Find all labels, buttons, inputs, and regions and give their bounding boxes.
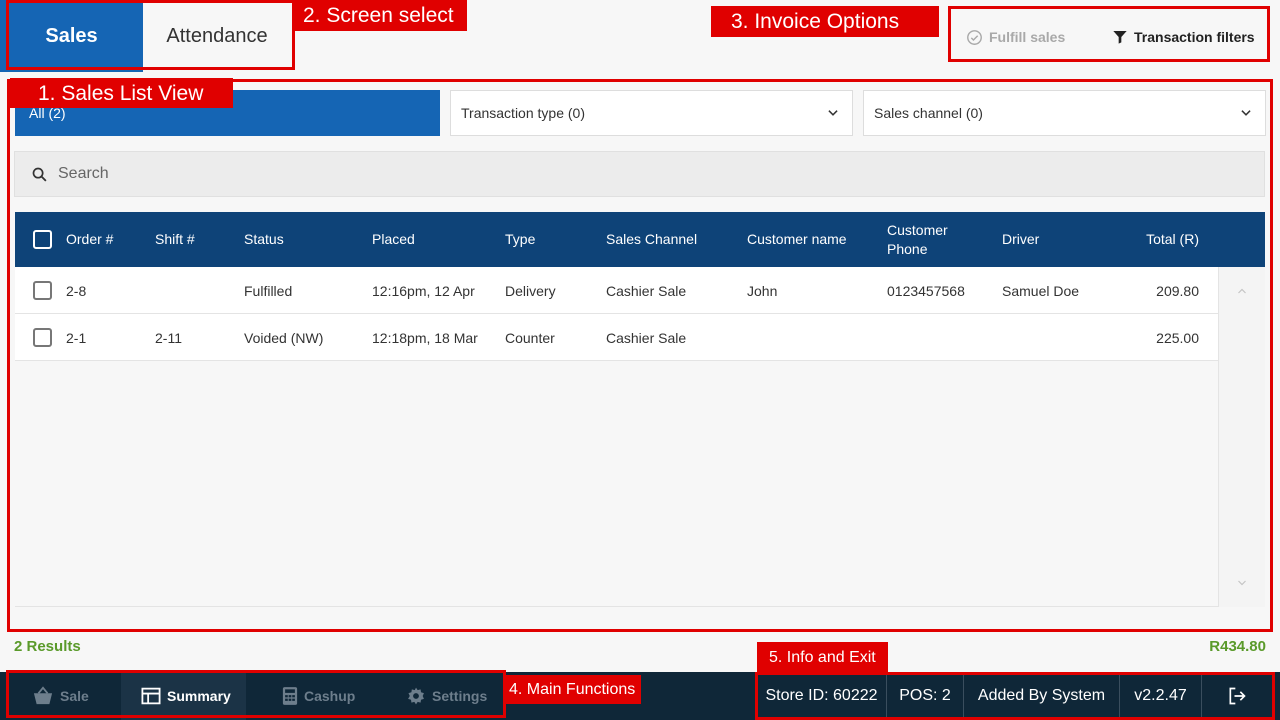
tab-attendance[interactable]: Attendance [143, 0, 291, 72]
nav-summary[interactable]: Summary [121, 672, 246, 720]
cell-driver: Samuel Doe [1002, 282, 1080, 299]
logout-icon [1229, 687, 1246, 705]
cell-customer-name: John [747, 282, 778, 299]
store-id: Store ID: 60222 [765, 687, 878, 704]
row-checkbox[interactable] [33, 281, 52, 300]
cell-placed: 12:18pm, 18 Mar [372, 329, 478, 346]
col-order[interactable]: Order # [66, 212, 113, 267]
transaction-filters-label: Transaction filters [1134, 29, 1255, 45]
nav-sale-label: Sale [60, 688, 89, 704]
cell-status: Fulfilled [244, 282, 293, 299]
annotation-screen-select: 2. Screen select [293, 0, 467, 31]
search-icon [32, 167, 47, 182]
table-header: Order # Shift # Status Placed Type Sales… [15, 212, 1265, 267]
basket-icon [33, 686, 53, 705]
pos-number: POS: 2 [886, 675, 963, 717]
cell-shift: 2-11 [155, 329, 182, 346]
user-name: Added By System [963, 675, 1119, 717]
cell-sales-channel: Cashier Sale [606, 282, 687, 299]
nav-settings-label: Settings [432, 688, 488, 704]
nav-summary-label: Summary [167, 688, 231, 704]
cell-status: Voided (NW) [244, 329, 324, 346]
table-row[interactable]: 2-8 Fulfilled 12:16pm, 12 Apr Delivery C… [15, 267, 1218, 314]
calculator-icon [282, 687, 298, 705]
gear-icon [408, 687, 424, 705]
transaction-type-dropdown[interactable]: Transaction type (0) [450, 90, 853, 136]
table-row[interactable]: 2-1 2-11 Voided (NW) 12:18pm, 18 Mar Cou… [15, 314, 1218, 361]
select-all-checkbox[interactable] [33, 230, 52, 249]
col-driver[interactable]: Driver [1002, 212, 1039, 267]
col-total[interactable]: Total (R) [1115, 212, 1199, 267]
chevron-down-icon [1238, 580, 1246, 586]
fulfill-sales-button[interactable]: Fulfill sales [966, 22, 1065, 52]
col-status[interactable]: Status [244, 212, 284, 267]
logout-button[interactable] [1201, 675, 1271, 717]
results-total: R434.80 [1209, 638, 1266, 655]
tab-sales[interactable]: Sales [0, 0, 143, 72]
cell-total: 225.00 [1156, 329, 1199, 346]
search-placeholder: Search [58, 165, 109, 182]
cell-total: 209.80 [1156, 282, 1199, 299]
check-circle-icon [967, 29, 982, 45]
row-checkbox[interactable] [33, 328, 52, 347]
col-placed[interactable]: Placed [372, 212, 415, 267]
col-customer-name[interactable]: Customer name [747, 212, 847, 267]
fulfill-sales-label: Fulfill sales [989, 29, 1066, 45]
cell-customer-phone: 0123457568 [887, 282, 965, 299]
nav-settings[interactable]: Settings [390, 672, 502, 720]
table-icon [141, 687, 161, 705]
cell-placed: 12:16pm, 12 Apr [372, 282, 475, 299]
cell-order: 2-1 [66, 329, 87, 346]
chevron-down-icon [828, 110, 838, 116]
nav-cashup-label: Cashup [304, 688, 356, 704]
search-input[interactable]: Search [14, 151, 1265, 197]
filter-icon [1113, 31, 1127, 44]
cell-sales-channel: Cashier Sale [606, 329, 687, 346]
cell-order: 2-8 [66, 282, 87, 299]
col-customer-phone[interactable]: Customer Phone [887, 212, 967, 267]
sales-channel-label: Sales channel (0) [874, 105, 983, 121]
transaction-filters-button[interactable]: Transaction filters [1112, 22, 1255, 52]
nav-sale[interactable]: Sale [18, 672, 121, 720]
annotation-sales-list: 1. Sales List View [10, 78, 234, 108]
scrollbar[interactable] [1218, 267, 1265, 607]
app-version: v2.2.47 [1119, 675, 1201, 717]
col-sales-channel[interactable]: Sales Channel [606, 212, 697, 267]
annotation-main-functions: 4. Main Functions [503, 675, 642, 704]
annotation-invoice-options: 3. Invoice Options [711, 6, 940, 37]
chevron-down-icon [1241, 110, 1251, 116]
cell-type: Counter [505, 329, 555, 346]
col-type[interactable]: Type [505, 212, 535, 267]
transaction-type-label: Transaction type (0) [461, 105, 585, 121]
sales-channel-dropdown[interactable]: Sales channel (0) [863, 90, 1266, 136]
annotation-info-exit: 5. Info and Exit [757, 642, 888, 673]
cell-type: Delivery [505, 282, 556, 299]
nav-cashup[interactable]: Cashup [264, 672, 382, 720]
results-count: 2 Results [14, 638, 81, 655]
col-shift[interactable]: Shift # [155, 212, 195, 267]
chevron-up-icon [1238, 288, 1246, 294]
